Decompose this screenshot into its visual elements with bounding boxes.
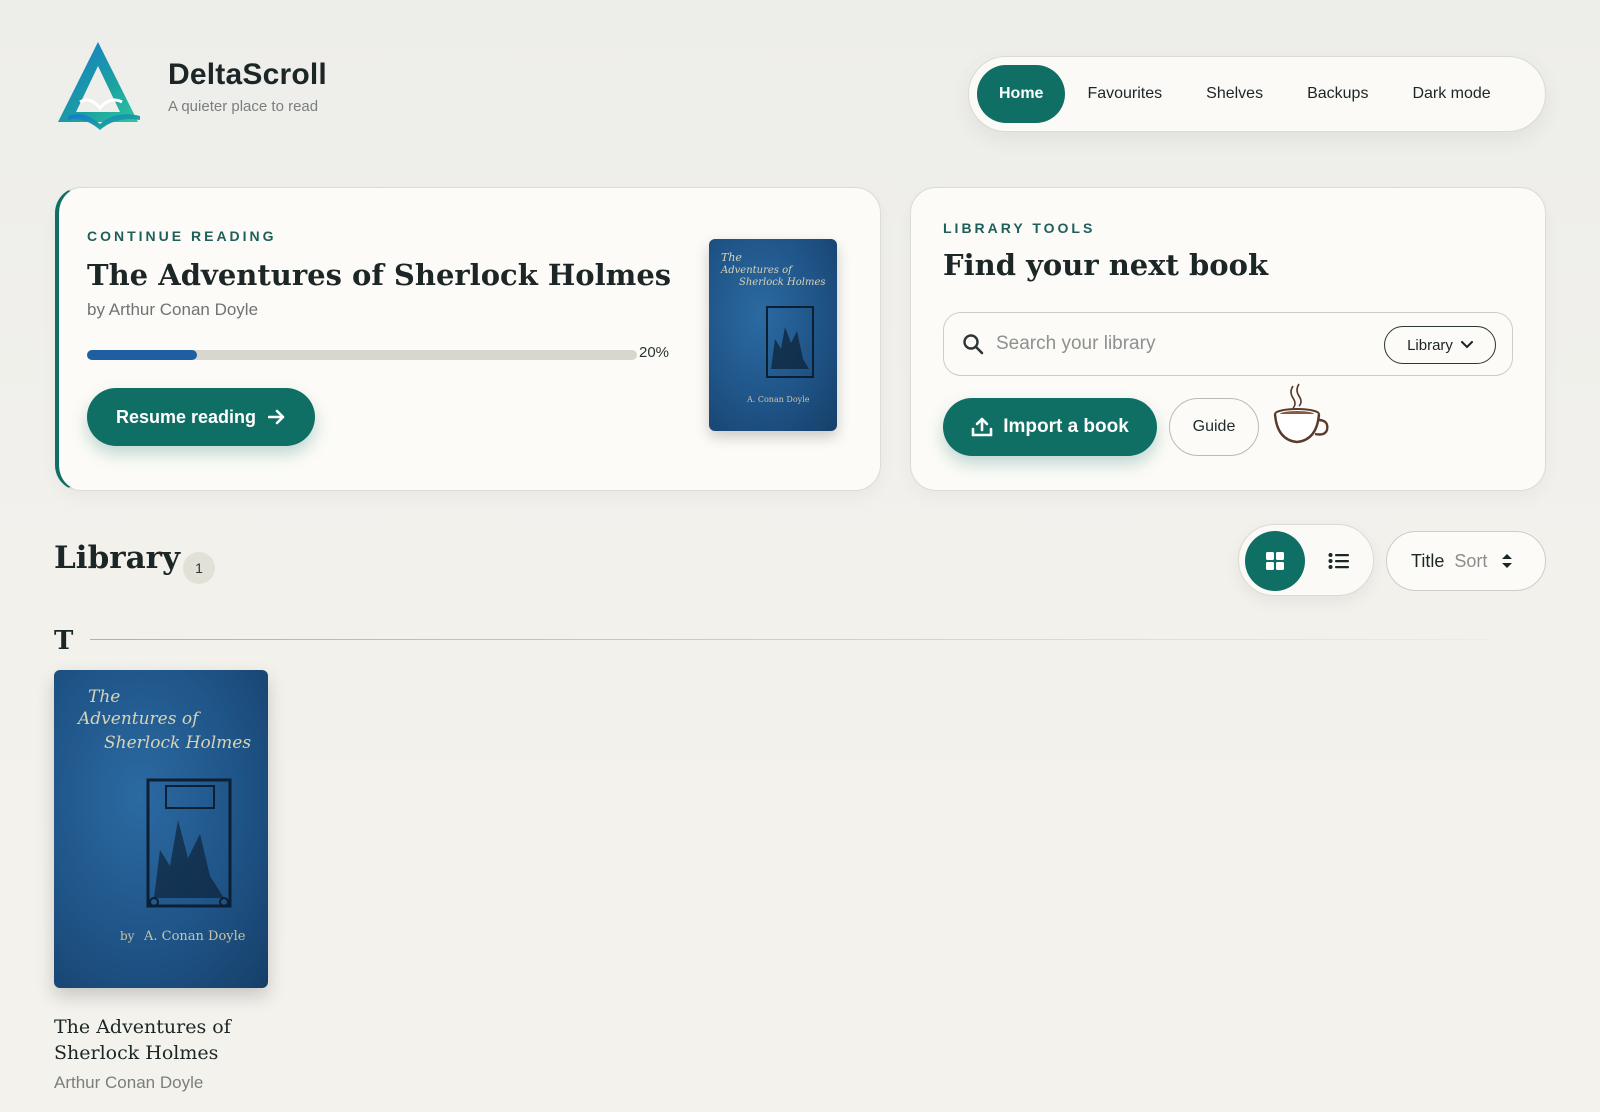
svg-text:A. Conan Doyle: A. Conan Doyle bbox=[746, 395, 810, 404]
continue-reading-eyebrow: CONTINUE READING bbox=[87, 228, 277, 244]
book-title[interactable]: The Adventures of Sherlock Holmes bbox=[54, 1014, 294, 1066]
book-cover-art: The Adventures of Sherlock Holmes by A. … bbox=[76, 687, 251, 944]
sort-updown-icon bbox=[1502, 554, 1513, 568]
chevron-down-icon bbox=[1460, 341, 1473, 349]
sort-select[interactable]: Title Sort bbox=[1386, 531, 1546, 591]
search-scope-select[interactable]: Library bbox=[1384, 326, 1496, 364]
list-view-button[interactable] bbox=[1309, 531, 1369, 591]
book-cover[interactable]: The Adventures of Sherlock Holmes by A. … bbox=[54, 670, 268, 988]
grid-view-button[interactable] bbox=[1245, 531, 1305, 591]
coffee-cup-icon[interactable] bbox=[1271, 382, 1331, 446]
resume-reading-label: Resume reading bbox=[115, 406, 257, 427]
app-name: DeltaScroll bbox=[168, 57, 327, 91]
svg-text:Sherlock Holmes: Sherlock Holmes bbox=[104, 733, 251, 753]
continue-reading-card: CONTINUE READING The Adventures of Sherl… bbox=[55, 187, 881, 491]
current-book-title: The Adventures of Sherlock Holmes bbox=[87, 258, 672, 292]
svg-text:Adventures of: Adventures of bbox=[720, 265, 794, 276]
svg-text:A. Conan Doyle: A. Conan Doyle bbox=[143, 929, 246, 944]
list-view-icon bbox=[1328, 553, 1349, 569]
arrow-right-icon bbox=[268, 409, 285, 425]
group-letter: T bbox=[54, 626, 74, 656]
library-tools-card: LIBRARY TOOLS Find your next book Librar… bbox=[910, 187, 1546, 491]
nav-dark-mode[interactable]: Dark mode bbox=[1390, 65, 1512, 123]
nav-favourites[interactable]: Favourites bbox=[1065, 65, 1184, 123]
svg-text:The: The bbox=[88, 687, 120, 707]
svg-text:Adventures of: Adventures of bbox=[76, 709, 201, 729]
current-book-cover[interactable]: The Adventures of Sherlock Holmes A. Con… bbox=[709, 239, 837, 431]
import-book-button[interactable]: Import a book bbox=[943, 398, 1157, 456]
grid-view-icon bbox=[1266, 552, 1284, 570]
svg-text:The: The bbox=[721, 251, 742, 264]
sort-label: Sort bbox=[1454, 550, 1488, 571]
app-tagline: A quieter place to read bbox=[168, 97, 319, 115]
search-scope-value: Library bbox=[1407, 336, 1453, 354]
view-toggle bbox=[1238, 524, 1374, 596]
reading-progress-fill bbox=[87, 350, 197, 360]
reading-progress-bar bbox=[87, 350, 637, 360]
book-author: Arthur Conan Doyle bbox=[54, 1073, 204, 1092]
group-divider bbox=[90, 639, 1490, 640]
current-book-author: by Arthur Conan Doyle bbox=[87, 300, 259, 319]
reading-progress-label: 20% bbox=[639, 344, 670, 361]
nav-shelves[interactable]: Shelves bbox=[1184, 65, 1285, 123]
main-nav: Home Favourites Shelves Backups Dark mod… bbox=[968, 56, 1546, 132]
resume-reading-button[interactable]: Resume reading bbox=[87, 388, 315, 446]
library-tools-eyebrow: LIBRARY TOOLS bbox=[943, 220, 1096, 236]
library-search: Library bbox=[943, 312, 1513, 376]
delta-book-logo-icon bbox=[58, 42, 140, 130]
nav-backups[interactable]: Backups bbox=[1285, 65, 1390, 123]
search-icon bbox=[963, 334, 984, 355]
brand: DeltaScroll A quieter place to read bbox=[54, 40, 327, 132]
library-count-badge: 1 bbox=[183, 552, 215, 584]
upload-icon bbox=[971, 417, 993, 437]
search-input[interactable] bbox=[996, 333, 1376, 355]
sort-key: Title bbox=[1411, 550, 1445, 571]
import-book-label: Import a book bbox=[1003, 416, 1129, 437]
guide-button[interactable]: Guide bbox=[1169, 398, 1259, 456]
svg-text:Sherlock Holmes: Sherlock Holmes bbox=[739, 277, 826, 288]
svg-text:by: by bbox=[120, 929, 135, 943]
library-tools-title: Find your next book bbox=[943, 248, 1269, 282]
book-cover-art: The Adventures of Sherlock Holmes A. Con… bbox=[720, 251, 826, 404]
nav-home[interactable]: Home bbox=[977, 65, 1066, 123]
library-title: Library bbox=[54, 540, 181, 576]
